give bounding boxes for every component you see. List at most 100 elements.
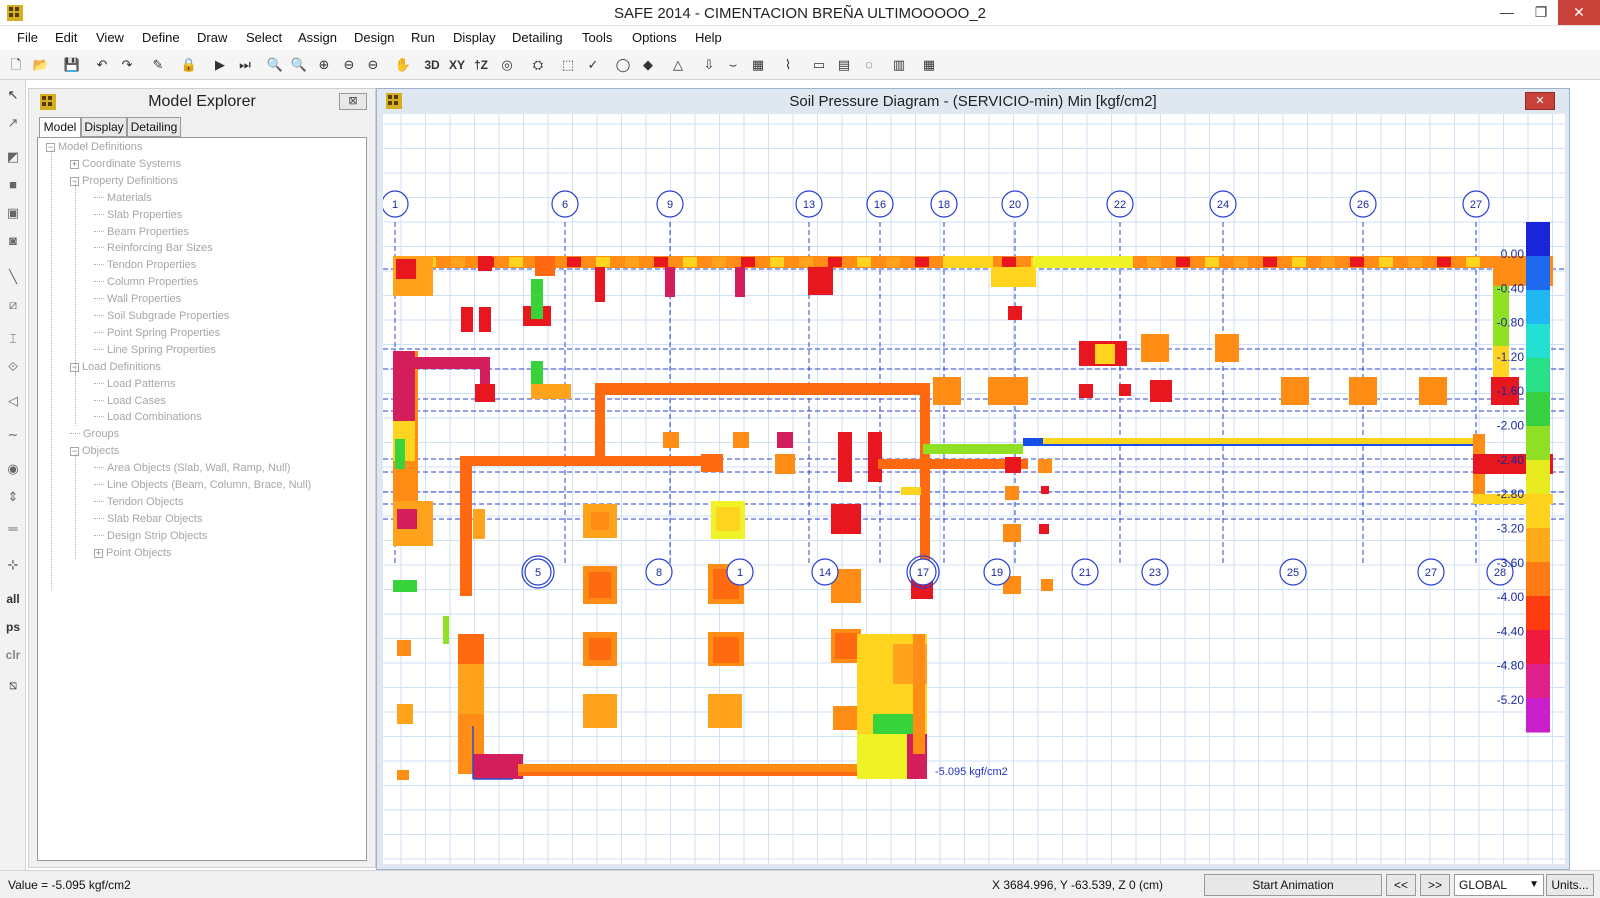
rotate-icon[interactable]: ◎ <box>496 54 518 76</box>
select-all-button[interactable]: all <box>2 588 24 610</box>
open-file-icon[interactable]: 📂 <box>30 54 52 76</box>
tree-node[interactable]: + Point Objects <box>94 547 171 559</box>
draw-point-icon[interactable]: ◉ <box>2 458 24 480</box>
menu-file[interactable]: File <box>17 30 38 45</box>
zoom-in-icon[interactable]: ⊕ <box>313 54 335 76</box>
expand-icon[interactable]: + <box>70 159 79 169</box>
new-file-icon[interactable]: 🗋 <box>5 54 27 76</box>
tree-node[interactable]: Tendon Properties <box>94 259 196 271</box>
draw-beam-icon[interactable]: ⧄ <box>2 294 24 316</box>
menu-define[interactable]: Define <box>142 30 180 45</box>
menu-detailing[interactable]: Detailing <box>512 30 563 45</box>
minimize-button[interactable]: — <box>1490 0 1524 25</box>
menu-display[interactable]: Display <box>453 30 496 45</box>
soil-pressure-plot[interactable]: 1 6 9 13 16 18 20 22 24 26 275 8 1 14 17 19 21 23 25 27 28 -… <box>383 114 1565 864</box>
tree-node[interactable]: Load Cases <box>94 395 166 407</box>
coord-system-select[interactable]: GLOBAL ▼ <box>1454 874 1544 896</box>
menu-edit[interactable]: Edit <box>55 30 77 45</box>
tree-node[interactable]: Slab Properties <box>94 209 182 221</box>
menu-options[interactable]: Options <box>632 30 677 45</box>
menu-help[interactable]: Help <box>695 30 722 45</box>
tree-node[interactable]: Design Strip Objects <box>94 530 207 542</box>
draw-opening-icon[interactable]: ◙ <box>2 230 24 252</box>
tab-display[interactable]: Display <box>81 117 127 137</box>
menu-select[interactable]: Select <box>246 30 282 45</box>
tab-detailing[interactable]: Detailing <box>127 117 181 137</box>
perspective-icon[interactable]: ⛭ <box>527 54 549 76</box>
design-icon[interactable]: ▦ <box>747 54 769 76</box>
tree-node[interactable]: Reinforcing Bar Sizes <box>94 242 213 254</box>
draw-dimension-icon[interactable]: ⇕ <box>2 486 24 508</box>
pan-icon[interactable]: ✋ <box>392 54 414 76</box>
zoom-window-icon[interactable]: 🔍 <box>264 54 286 76</box>
strip-forces-icon[interactable]: ⌇ <box>777 54 799 76</box>
tree-node[interactable]: Point Spring Properties <box>94 327 220 339</box>
tree-node[interactable]: − Load Definitions <box>70 361 161 373</box>
close-button[interactable]: ✕ <box>1558 0 1600 25</box>
maximize-button[interactable]: ❐ <box>1524 0 1558 25</box>
previous-button[interactable]: << <box>1386 874 1416 896</box>
run-check-icon[interactable]: ⏭ <box>234 54 256 76</box>
tree-node[interactable]: Line Objects (Beam, Column, Brace, Null) <box>94 479 311 491</box>
show-loads-icon[interactable]: ⇩ <box>698 54 720 76</box>
draw-strip-icon[interactable]: ═ <box>2 518 24 540</box>
tree-node[interactable]: Materials <box>94 192 152 204</box>
draw-ramp-icon[interactable]: ◁ <box>2 390 24 412</box>
next-button[interactable]: >> <box>1420 874 1450 896</box>
menu-draw[interactable]: Draw <box>197 30 227 45</box>
expand-icon[interactable]: + <box>94 548 103 558</box>
draw-wall-icon[interactable]: ⟐ <box>2 356 24 378</box>
select-previous-button[interactable]: ps <box>2 616 24 638</box>
lock-icon[interactable]: 🔒 <box>178 54 200 76</box>
tree-node[interactable]: Beam Properties <box>94 226 189 238</box>
zoom-restore-icon[interactable]: 🔍 <box>288 54 310 76</box>
slab-forces-icon[interactable]: ▭ <box>808 54 830 76</box>
tree-node[interactable]: Line Spring Properties <box>94 344 216 356</box>
menu-assign[interactable]: Assign <box>298 30 337 45</box>
grid-icon[interactable]: ▥ <box>888 54 910 76</box>
menu-tools[interactable]: Tools <box>582 30 612 45</box>
plot-close-button[interactable]: ✕ <box>1525 92 1555 110</box>
plot-canvas[interactable]: 1 6 9 13 16 18 20 22 24 26 27 5 8 1 14 17 19 21 23 25 27 28 -… <box>383 114 1565 864</box>
tree-node[interactable]: − Model Definitions <box>46 141 142 153</box>
zoom-previous-icon[interactable]: ⊖ <box>362 54 384 76</box>
explorer-close-button[interactable]: ⊠ <box>339 93 367 110</box>
tree-node[interactable]: Wall Properties <box>94 293 181 305</box>
tree-node[interactable]: Load Patterns <box>94 378 176 390</box>
menu-design[interactable]: Design <box>354 30 394 45</box>
view-xy-button[interactable]: XY <box>446 54 468 76</box>
snap-icon[interactable]: ⊹ <box>2 554 24 576</box>
menu-run[interactable]: Run <box>411 30 435 45</box>
reshape-icon[interactable]: ↗ <box>2 112 24 134</box>
pointer-icon[interactable]: ↖ <box>2 84 24 106</box>
draw-slab-icon[interactable]: ▣ <box>2 202 24 224</box>
pencil-icon[interactable]: ✎ <box>147 54 169 76</box>
beam-forces-icon[interactable]: ▤ <box>833 54 855 76</box>
tree-node[interactable]: − Property Definitions <box>70 175 178 187</box>
draw-rectangle-icon[interactable]: ■ <box>2 174 24 196</box>
tab-model[interactable]: Model <box>39 117 81 138</box>
refresh-icon[interactable]: ◆ <box>637 54 659 76</box>
table-icon[interactable]: ▦ <box>918 54 940 76</box>
units-button[interactable]: Units... <box>1546 874 1594 896</box>
tree-node[interactable]: Column Properties <box>94 276 198 288</box>
deformed-shape-icon[interactable]: △ <box>667 54 689 76</box>
tree-node[interactable]: Load Combinations <box>94 411 202 423</box>
tree-node[interactable]: Groups <box>70 428 119 440</box>
intersecting-line-icon[interactable]: ⧅ <box>2 674 24 696</box>
draw-line-icon[interactable]: ╲ <box>2 266 24 288</box>
tree-node[interactable]: − Objects <box>70 445 119 457</box>
check-icon[interactable]: ✓ <box>582 54 604 76</box>
object-shrink-icon[interactable]: ◯ <box>612 54 634 76</box>
draw-area-icon[interactable]: ◩ <box>2 146 24 168</box>
view-elevation-button[interactable]: †Z <box>470 54 492 76</box>
run-icon[interactable]: ▶ <box>209 54 231 76</box>
start-animation-button[interactable]: Start Animation <box>1204 874 1382 896</box>
tree-node[interactable]: Tendon Objects <box>94 496 183 508</box>
draw-column-icon[interactable]: ⌶ <box>2 328 24 350</box>
menu-view[interactable]: View <box>96 30 124 45</box>
zoom-out-icon[interactable]: ⊖ <box>338 54 360 76</box>
undo-icon[interactable]: ↶ <box>91 54 113 76</box>
tree-node[interactable]: + Coordinate Systems <box>70 158 181 170</box>
view-3d-button[interactable]: 3D <box>421 54 443 76</box>
